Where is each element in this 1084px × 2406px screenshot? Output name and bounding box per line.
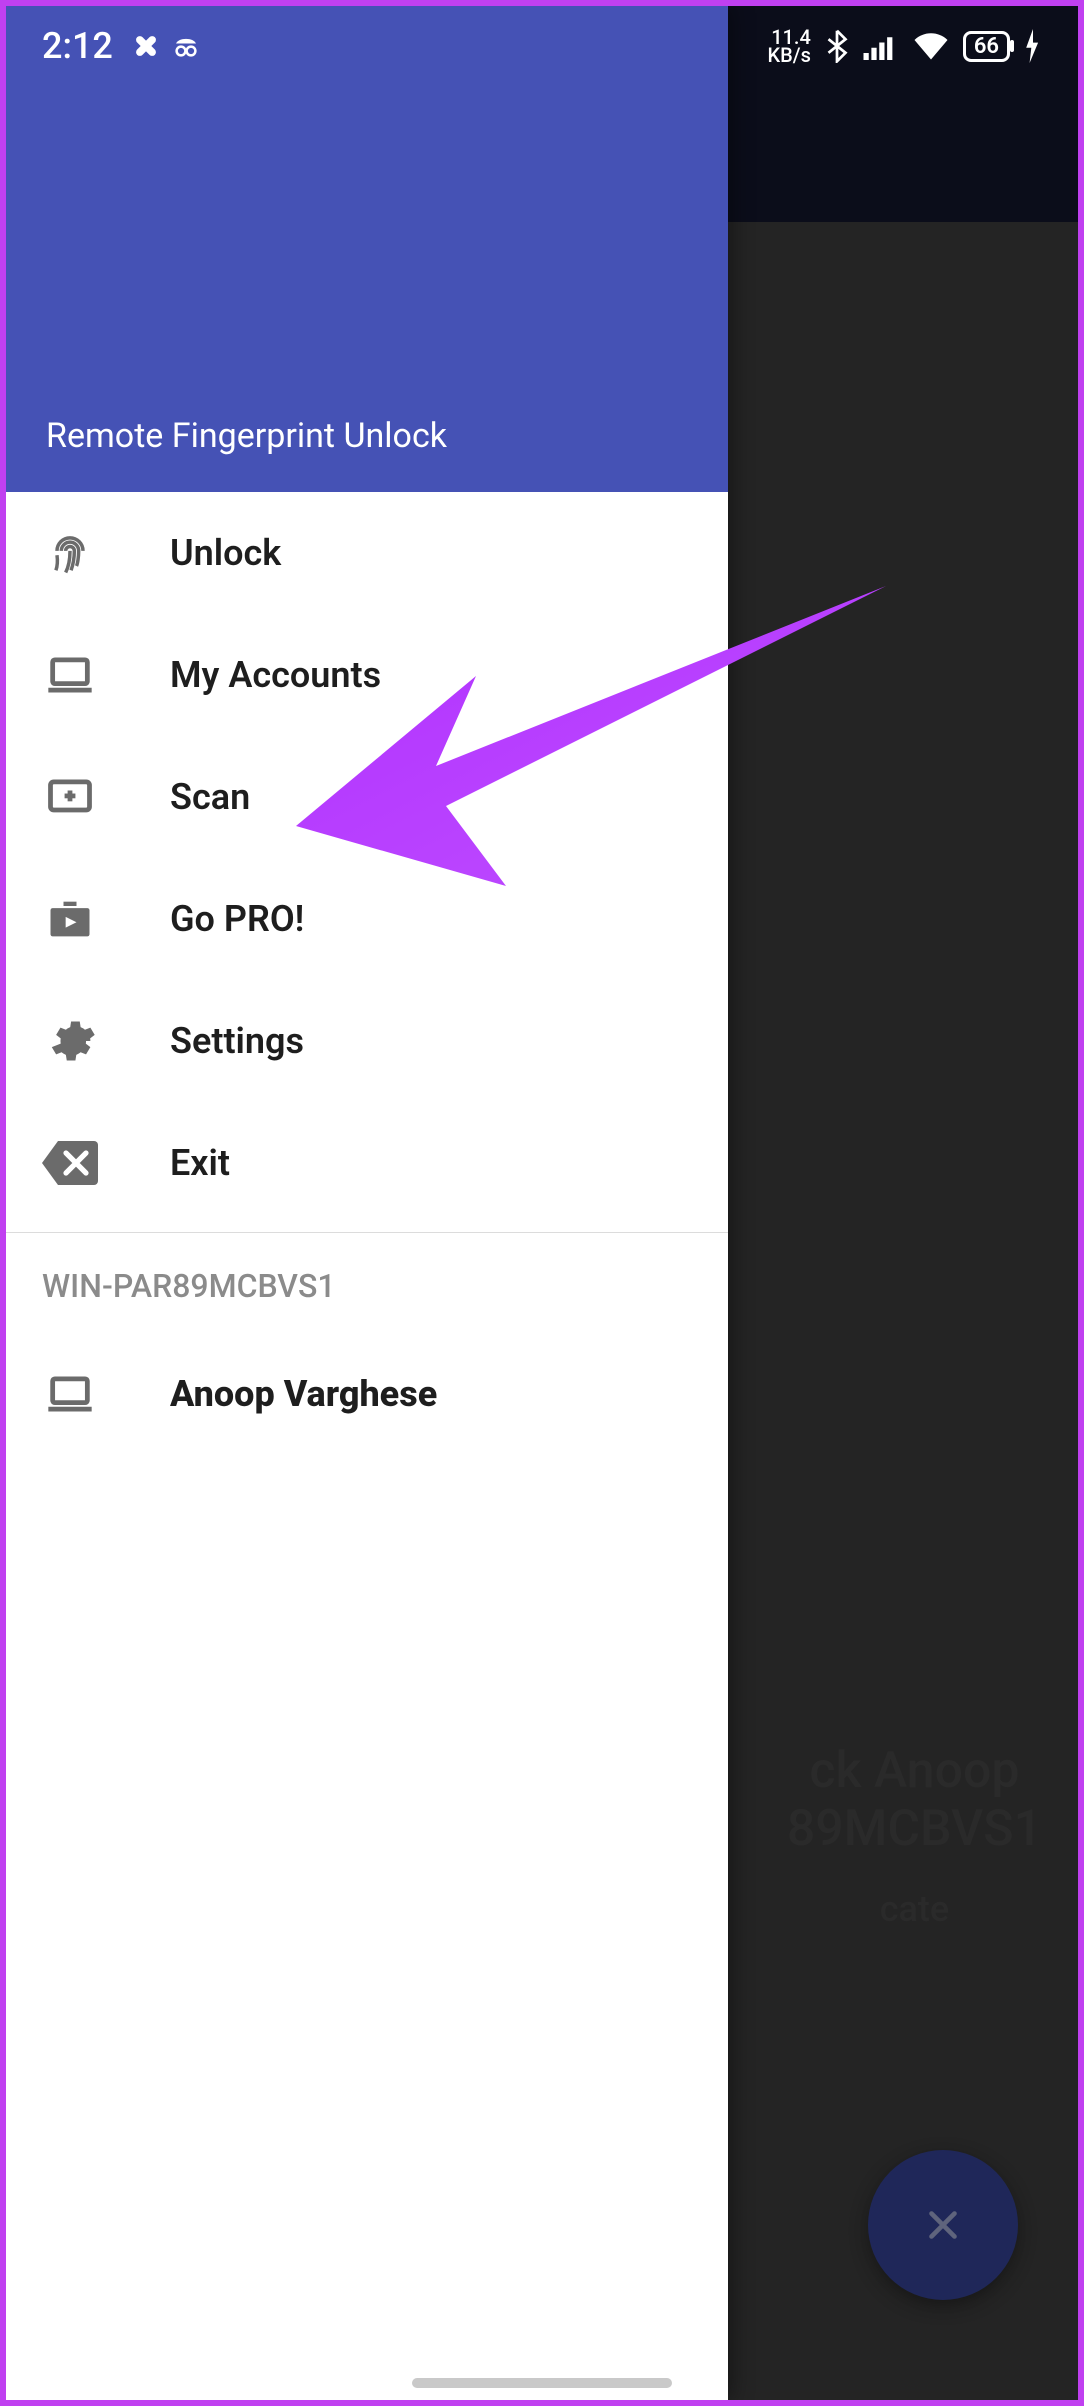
section-label: WIN-PAR89MCBVS1 <box>6 1253 728 1333</box>
battery-indicator: 66 <box>963 31 1010 62</box>
drawer-item-label: Go PRO! <box>170 898 304 940</box>
drawer-title: Remote Fingerprint Unlock <box>46 416 447 456</box>
drawer-item-my-accounts[interactable]: My Accounts <box>6 614 728 736</box>
fingerprint-icon <box>42 525 98 581</box>
drawer-item-label: Exit <box>170 1142 230 1184</box>
drawer-item-label: My Accounts <box>170 654 381 696</box>
gear-icon <box>42 1013 98 1069</box>
drawer-item-exit[interactable]: Exit <box>6 1102 728 1224</box>
incognito-icon <box>171 31 201 61</box>
section-divider <box>6 1232 728 1233</box>
drawer-item-label: Unlock <box>170 532 281 574</box>
drawer-item-label: Settings <box>170 1020 304 1062</box>
drawer-item-label: Anoop Varghese <box>170 1373 437 1415</box>
laptop-icon <box>42 1366 98 1422</box>
shop-icon <box>42 891 98 947</box>
network-speed: 11.4 KB/s <box>768 28 811 64</box>
bluetooth-icon <box>825 29 849 63</box>
navigation-drawer: Remote Fingerprint Unlock Unlock <box>6 6 728 2400</box>
drawer-item-computer[interactable]: Anoop Varghese <box>6 1333 728 1455</box>
wifi-icon <box>913 32 949 60</box>
drawer-item-go-pro[interactable]: Go PRO! <box>6 858 728 980</box>
drawer-item-unlock[interactable]: Unlock <box>6 492 728 614</box>
bandage-icon <box>131 31 161 61</box>
drawer-item-label: Scan <box>170 776 250 818</box>
cellular-signal-icon <box>863 32 899 60</box>
charging-icon <box>1024 29 1042 63</box>
drawer-list: Unlock My Accounts <box>6 492 728 2400</box>
status-time: 2:12 <box>42 25 113 67</box>
status-bar: 2:12 11.4 KB/s <box>6 6 1078 86</box>
screen-plus-icon <box>42 769 98 825</box>
gesture-bar[interactable] <box>412 2378 672 2388</box>
drawer-item-scan[interactable]: Scan <box>6 736 728 858</box>
backspace-icon <box>42 1135 98 1191</box>
laptop-icon <box>42 647 98 703</box>
drawer-item-settings[interactable]: Settings <box>6 980 728 1102</box>
